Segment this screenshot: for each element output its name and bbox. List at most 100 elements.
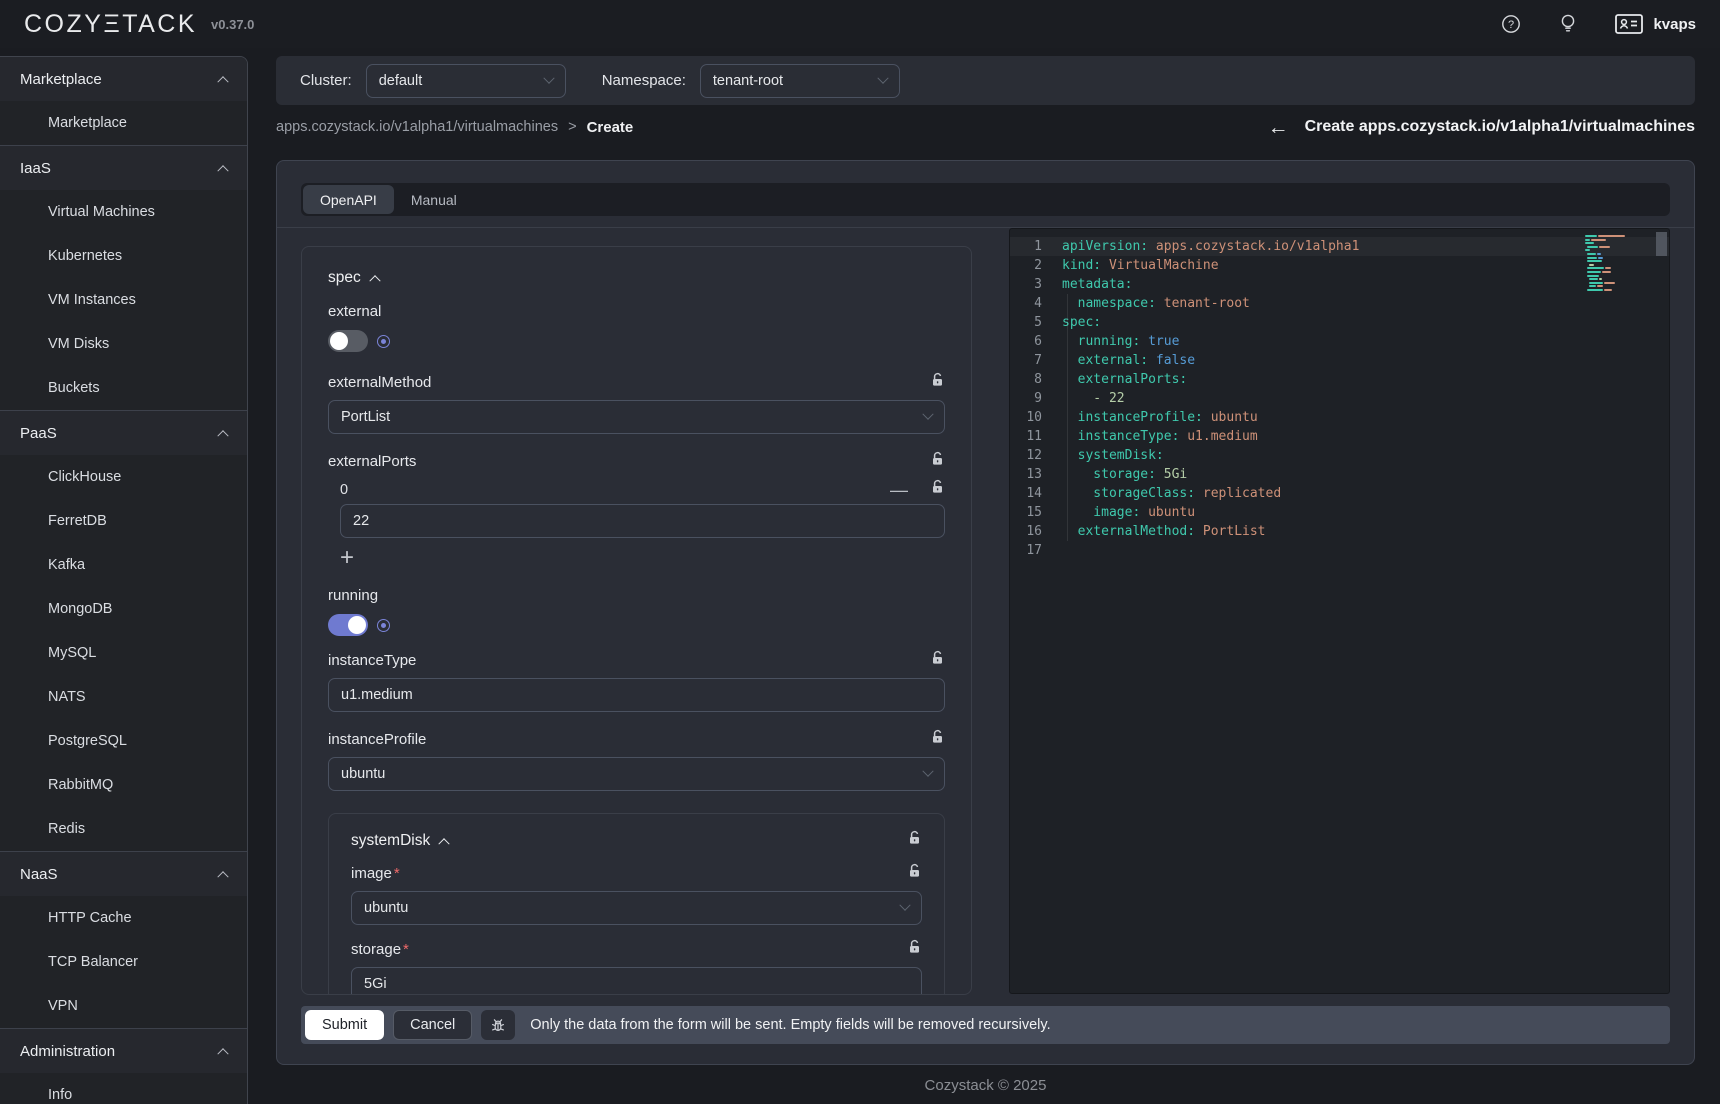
sidebar-header-paas[interactable]: PaaS — [0, 411, 247, 455]
sidebar-nav: MarketplaceMarketplaceIaaSVirtual Machin… — [0, 56, 248, 1104]
sidebar-item-clickhouse[interactable]: ClickHouse — [0, 455, 247, 499]
user-menu[interactable]: kvaps — [1615, 14, 1696, 34]
sidebar-item-vpn[interactable]: VPN — [0, 984, 247, 1028]
sidebar-item-ferretdb[interactable]: FerretDB — [0, 499, 247, 543]
field-image: image* ubuntu — [351, 863, 922, 925]
lock-icon[interactable] — [907, 830, 922, 851]
sidebar-header-marketplace[interactable]: Marketplace — [0, 57, 247, 101]
chevron-down-icon — [543, 72, 554, 83]
sidebar-item-rabbitmq[interactable]: RabbitMQ — [0, 763, 247, 807]
systemDisk-section-header[interactable]: systemDisk — [351, 832, 448, 850]
editor-minimap[interactable] — [1585, 235, 1653, 296]
sidebar-header-naas[interactable]: NaaS — [0, 852, 247, 896]
chevron-up-icon — [217, 871, 228, 882]
sidebar-item-marketplace[interactable]: Marketplace — [0, 101, 247, 145]
sidebar-item-vm-disks[interactable]: VM Disks — [0, 322, 247, 366]
remove-item-button[interactable]: — — [890, 481, 908, 499]
line-number: 15 — [1010, 503, 1062, 522]
externalMethod-select[interactable]: PortList — [328, 400, 945, 434]
running-toggle[interactable] — [328, 614, 368, 636]
breadcrumb-path[interactable]: apps.cozystack.io/v1alpha1/virtualmachin… — [276, 119, 558, 135]
sidebar-item-postgresql[interactable]: PostgreSQL — [0, 719, 247, 763]
minimap-row — [1585, 278, 1653, 280]
code-token: apiVersion: — [1062, 237, 1148, 256]
sidebar-item-vm-instances[interactable]: VM Instances — [0, 278, 247, 322]
code-line: 14 storageClass: replicated — [1010, 484, 1669, 503]
line-number: 8 — [1010, 370, 1062, 389]
chevron-down-icon — [899, 900, 910, 911]
line-number: 2 — [1010, 256, 1062, 275]
chevron-up-icon — [369, 275, 380, 286]
sidebar-section-administration: AdministrationInfoModulesTenants — [0, 1029, 247, 1104]
external-toggle[interactable] — [328, 330, 368, 352]
sidebar-section-naas: NaaSHTTP CacheTCP BalancerVPN — [0, 852, 247, 1029]
sidebar-item-virtual-machines[interactable]: Virtual Machines — [0, 190, 247, 234]
svg-text:?: ? — [1508, 19, 1514, 31]
sidebar-header-iaas[interactable]: IaaS — [0, 146, 247, 190]
instanceType-input[interactable] — [328, 678, 945, 712]
sidebar-item-kafka[interactable]: Kafka — [0, 543, 247, 587]
theme-lightbulb-icon[interactable] — [1559, 13, 1577, 35]
bug-icon — [490, 1017, 506, 1034]
code-token: instanceProfile: — [1062, 408, 1203, 427]
sidebar-item-redis[interactable]: Redis — [0, 807, 247, 851]
namespace-select[interactable]: tenant-root — [700, 64, 900, 98]
sidebar-item-mysql[interactable]: MySQL — [0, 631, 247, 675]
field-running: running — [328, 587, 945, 636]
yaml-editor[interactable]: 1apiVersion: apps.cozystack.io/v1alpha12… — [1009, 228, 1670, 994]
code-token: externalPorts: — [1062, 370, 1187, 389]
breadcrumb-separator: > — [568, 119, 576, 135]
code-token: VirtualMachine — [1101, 256, 1218, 275]
tab-manual[interactable]: Manual — [394, 185, 474, 214]
code-token: tenant-root — [1156, 294, 1250, 313]
minimap-row — [1585, 246, 1653, 248]
minimap-row — [1585, 264, 1653, 266]
lock-icon[interactable] — [930, 479, 945, 500]
editor-scrollbar[interactable] — [1656, 232, 1667, 256]
storage-label: storage* — [351, 941, 409, 958]
field-externalMethod: externalMethod PortList — [328, 372, 945, 434]
sidebar-item-tcp-balancer[interactable]: TCP Balancer — [0, 940, 247, 984]
back-arrow-icon[interactable]: ← — [1268, 117, 1289, 138]
image-select[interactable]: ubuntu — [351, 891, 922, 925]
sidebar-item-buckets[interactable]: Buckets — [0, 366, 247, 410]
code-token: PortList — [1195, 522, 1265, 541]
submit-button[interactable]: Submit — [305, 1010, 384, 1040]
sidebar-item-http-cache[interactable]: HTTP Cache — [0, 896, 247, 940]
lock-icon[interactable] — [907, 939, 922, 960]
code-line: 4 namespace: tenant-root — [1010, 294, 1669, 313]
lock-icon[interactable] — [907, 863, 922, 884]
debug-button[interactable] — [481, 1010, 515, 1040]
sidebar-header-administration[interactable]: Administration — [0, 1029, 247, 1073]
page-title: Create apps.cozystack.io/v1alpha1/virtua… — [1305, 118, 1695, 136]
lock-icon[interactable] — [930, 372, 945, 393]
cancel-button[interactable]: Cancel — [393, 1010, 472, 1040]
sidebar-item-mongodb[interactable]: MongoDB — [0, 587, 247, 631]
default-value-icon[interactable] — [377, 619, 390, 632]
chevron-up-icon — [217, 430, 228, 441]
line-number: 17 — [1010, 541, 1062, 560]
help-icon[interactable]: ? — [1501, 14, 1521, 34]
editor-mode-tabs: OpenAPIManual — [301, 183, 1670, 216]
field-instanceProfile: instanceProfile ubuntu — [328, 729, 945, 791]
sidebar-item-kubernetes[interactable]: Kubernetes — [0, 234, 247, 278]
line-number: 4 — [1010, 294, 1062, 313]
default-value-icon[interactable] — [377, 335, 390, 348]
lock-icon[interactable] — [930, 451, 945, 472]
instanceProfile-select[interactable]: ubuntu — [328, 757, 945, 791]
sidebar-item-info[interactable]: Info — [0, 1073, 247, 1104]
externalPorts-item-input[interactable] — [340, 504, 945, 538]
cluster-select[interactable]: default — [366, 64, 566, 98]
minimap-row — [1585, 271, 1653, 273]
tab-openapi[interactable]: OpenAPI — [303, 185, 394, 214]
sidebar-item-nats[interactable]: NATS — [0, 675, 247, 719]
minimap-row — [1585, 293, 1653, 295]
storage-input[interactable] — [351, 967, 922, 995]
spec-section-header[interactable]: spec — [328, 269, 945, 287]
lock-icon[interactable] — [930, 729, 945, 750]
code-token: replicated — [1195, 484, 1281, 503]
lock-icon[interactable] — [930, 650, 945, 671]
main-area: Cluster: default Namespace: tenant-root … — [248, 48, 1720, 1104]
systemDisk-group: systemDisk image* — [328, 813, 945, 995]
add-item-button[interactable]: + — [340, 546, 354, 570]
